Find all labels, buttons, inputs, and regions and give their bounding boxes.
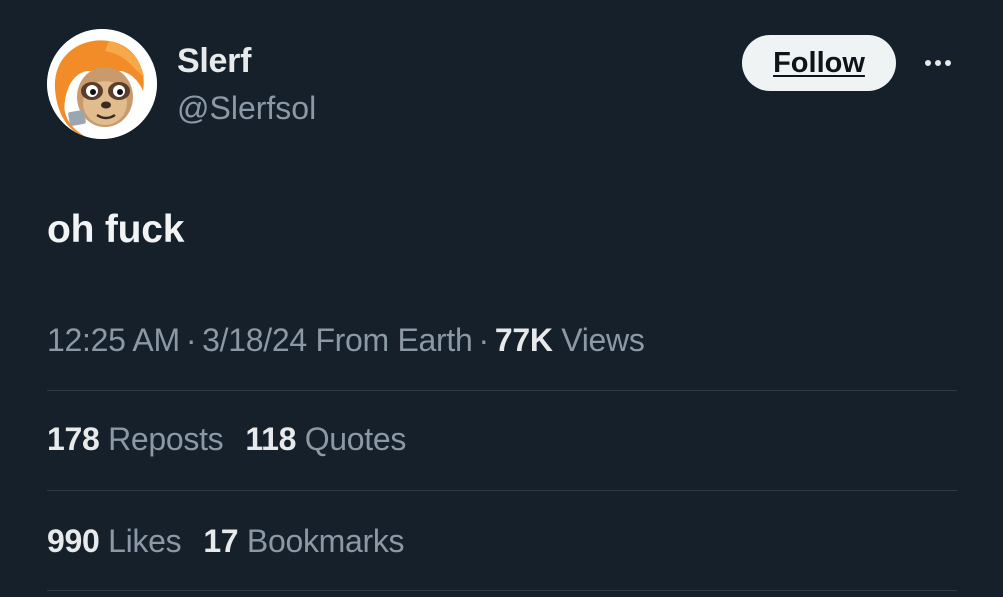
likes-label: Likes [108, 523, 182, 559]
reposts-stat[interactable]: 178 Reposts [47, 421, 224, 457]
bookmarks-stat[interactable]: 17 Bookmarks [203, 523, 404, 559]
divider [47, 390, 957, 391]
likes-stat[interactable]: 990 Likes [47, 523, 182, 559]
tweet-metadata: 12:25 AM · 3/18/24 From Earth · 77K Views [47, 322, 645, 359]
avatar[interactable] [47, 29, 157, 139]
more-options-icon[interactable] [918, 48, 958, 78]
display-name[interactable]: Slerf [177, 42, 251, 81]
follow-button[interactable]: Follow [742, 35, 896, 91]
meta-separator: · [185, 322, 197, 358]
reposts-label: Reposts [108, 421, 224, 457]
user-handle[interactable]: @Slerfsol [177, 90, 316, 127]
tweet-text: oh fuck [47, 208, 185, 251]
views-label: Views [561, 322, 645, 358]
tweet-date[interactable]: 3/18/24 [202, 322, 307, 358]
divider [47, 590, 957, 591]
stats-row-reposts-quotes: 178 Reposts 118 Quotes [47, 421, 428, 458]
tweet-detail: Slerf @Slerfsol Follow oh fuck 12:25 AM ·… [0, 0, 1003, 597]
views-count: 77K [494, 322, 553, 358]
stats-row-likes-bookmarks: 990 Likes 17 Bookmarks [47, 523, 426, 560]
tweet-time[interactable]: 12:25 AM [47, 322, 180, 358]
quotes-count: 118 [245, 421, 297, 457]
bookmarks-label: Bookmarks [246, 523, 405, 559]
bookmarks-count: 17 [203, 523, 239, 559]
quotes-label: Quotes [304, 421, 407, 457]
divider [47, 490, 957, 491]
sloth-avatar-icon [47, 29, 157, 139]
meta-separator: · [478, 322, 489, 358]
likes-count: 990 [47, 523, 100, 559]
tweet-location: From Earth [315, 322, 473, 358]
quotes-stat[interactable]: 118 Quotes [245, 421, 406, 457]
reposts-count: 178 [47, 421, 100, 457]
